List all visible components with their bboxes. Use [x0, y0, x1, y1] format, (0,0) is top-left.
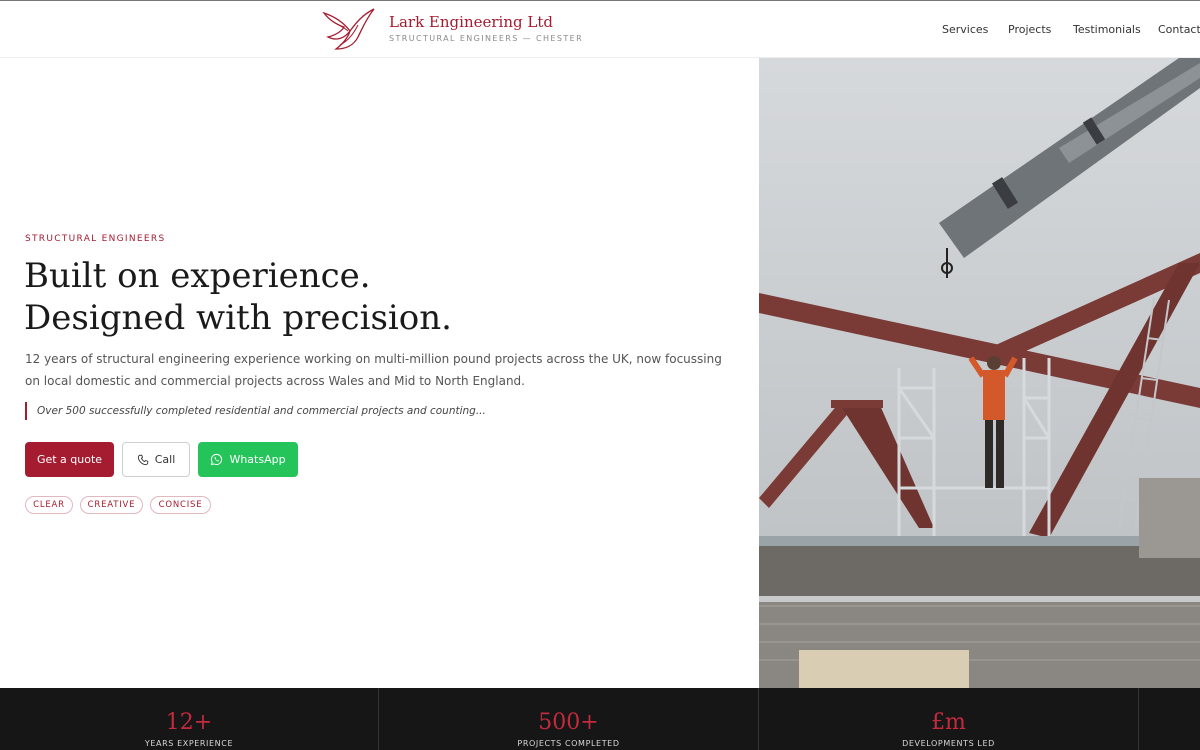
- nav-testimonials[interactable]: Testimonials: [1073, 23, 1141, 36]
- stat-developments-value: £m: [931, 710, 966, 735]
- hero-eyebrow: STRUCTURAL ENGINEERS: [25, 234, 166, 244]
- stat-years: 12+ YEARS EXPERIENCE: [0, 688, 379, 750]
- stat-developments-label: DEVELOPMENTS LED: [902, 739, 995, 748]
- whatsapp-button[interactable]: WhatsApp: [198, 442, 298, 477]
- pill-creative: CREATIVE: [80, 496, 143, 514]
- whatsapp-label: WhatsApp: [229, 453, 286, 466]
- hero-lead: 12 years of structural engineering exper…: [25, 352, 722, 388]
- stat-years-value: 12+: [165, 710, 213, 735]
- stat-years-label: YEARS EXPERIENCE: [144, 739, 234, 748]
- stat-projects-label: PROJECTS COMPLETED: [517, 739, 620, 748]
- hero-headline: Built on experience. Designed with preci…: [24, 255, 452, 339]
- call-label: Call: [154, 453, 176, 466]
- nav-projects[interactable]: Projects: [1008, 23, 1051, 36]
- stats-bar: 12+ YEARS EXPERIENCE 500+ PROJECTS COMPL…: [0, 688, 1200, 750]
- get-quote-label: Get a quote: [36, 453, 103, 466]
- phone-icon: [137, 454, 148, 465]
- hero-quote: Over 500 successfully completed resident…: [25, 402, 486, 420]
- headline-line-2: Designed with precision.: [24, 298, 452, 338]
- stat-projects: 500+ PROJECTS COMPLETED: [379, 688, 759, 750]
- call-button[interactable]: Call: [122, 442, 190, 477]
- hero-photo-construction: [759, 58, 1200, 688]
- nav-services[interactable]: Services: [942, 23, 988, 36]
- stat-developments: £m DEVELOPMENTS LED: [759, 688, 1139, 750]
- get-quote-button[interactable]: Get a quote: [25, 442, 114, 477]
- headline-line-1: Built on experience.: [24, 256, 371, 296]
- hero-section: STRUCTURAL ENGINEERS Built on experience…: [0, 58, 759, 688]
- whatsapp-icon: [211, 453, 223, 466]
- stat-projects-value: 500+: [538, 710, 599, 735]
- pill-clear: CLEAR: [25, 496, 73, 514]
- construction-illustration: [759, 58, 1200, 688]
- nav-contact[interactable]: Contact: [1158, 23, 1200, 36]
- site-header: Lark Engineering Ltd STRUCTURAL ENGINEER…: [0, 0, 1200, 58]
- pill-concise: CONCISE: [150, 496, 211, 514]
- main-nav: Services Projects Testimonials Contact: [0, 23, 1200, 39]
